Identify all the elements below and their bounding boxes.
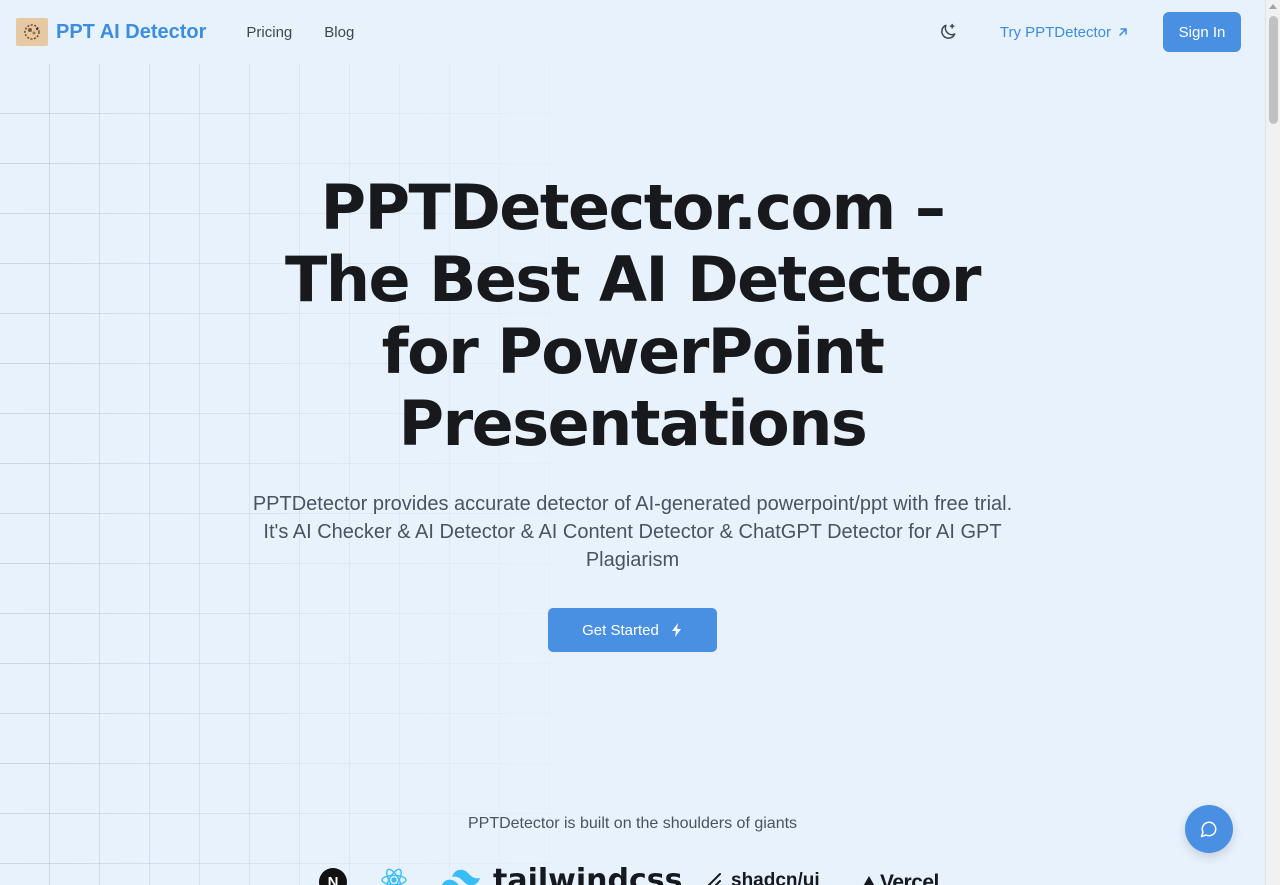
nav-item-blog[interactable]: Blog	[324, 24, 354, 41]
brand-name: PPT AI Detector	[56, 20, 207, 43]
built-on-text: PPTDetector is built on the shoulders of…	[467, 815, 798, 832]
shadcn-logo: shadcn/ui	[703, 867, 820, 885]
header-actions: Try PPTDetector Sign In	[936, 12, 1241, 52]
nav-item-pricing[interactable]: Pricing	[246, 24, 292, 41]
sign-in-button[interactable]: Sign In	[1163, 12, 1241, 52]
shadcn-slash-icon	[707, 873, 721, 885]
top-navbar: PPT AI Detector Pricing Blog Try PPTDete…	[0, 0, 1265, 64]
chat-bubble-icon	[1200, 821, 1217, 838]
moon-sparkle-icon[interactable]	[936, 20, 960, 44]
arrow-up-right-icon	[1119, 28, 1127, 36]
try-pptdetector-link[interactable]: Try PPTDetector	[1000, 24, 1129, 41]
brand-link[interactable]: PPT AI Detector	[16, 18, 206, 46]
react-logo-icon	[380, 867, 408, 885]
hero-subtitle: PPTDetector provides accurate detector o…	[252, 493, 1013, 571]
scrollbar[interactable]	[1265, 0, 1280, 885]
hero-title: PPTDetector.com – The Best AI Detector f…	[285, 171, 981, 460]
get-started-button[interactable]: Get Started	[548, 608, 717, 652]
nextjs-logo: N	[319, 868, 347, 885]
brand-logo-icon	[16, 18, 48, 46]
hero-section: PPTDetector.com – The Best AI Detector f…	[0, 172, 1265, 652]
try-link-label: Try PPTDetector	[999, 23, 1111, 41]
scroll-thumb[interactable]	[1269, 16, 1278, 124]
shadcn-wordmark: shadcn/ui	[731, 870, 820, 885]
chat-button[interactable]	[1185, 805, 1233, 853]
main-nav: Pricing Blog	[246, 24, 354, 41]
tailwind-wordmark: tailwindcss	[493, 863, 683, 885]
scroll-up-arrow-icon[interactable]	[1269, 4, 1277, 9]
tailwind-logo: tailwindcss	[441, 863, 682, 885]
vercel-logo: Vercel	[861, 869, 939, 885]
get-started-label: Get Started	[582, 621, 659, 639]
tech-logos: N tailwindcss shadcn/ui Vercel	[0, 863, 1265, 885]
tailwind-wave-icon	[441, 869, 480, 885]
lightning-bolt-icon	[671, 623, 681, 637]
vercel-triangle-icon	[863, 876, 875, 885]
vercel-wordmark: Vercel	[880, 871, 939, 885]
